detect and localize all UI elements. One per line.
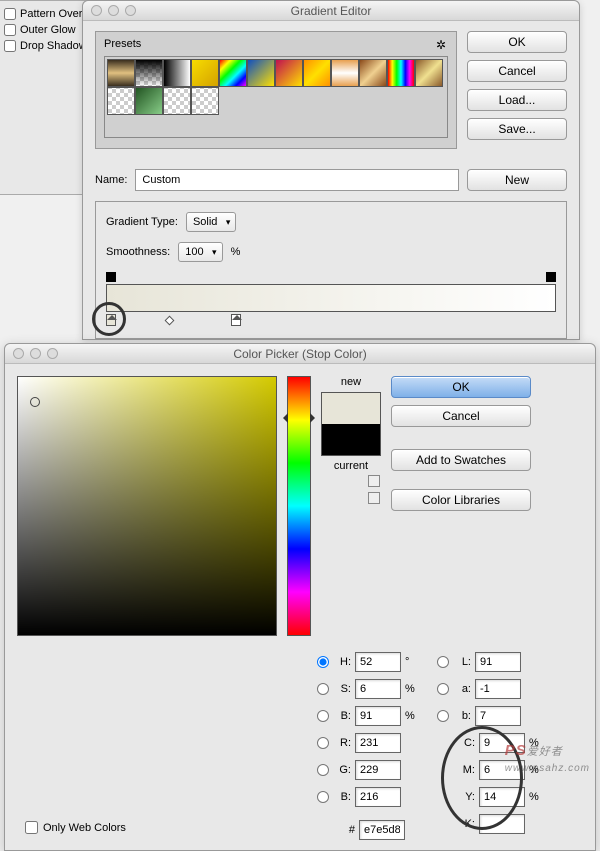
ok-button[interactable]: OK <box>391 376 531 398</box>
bl-input[interactable] <box>355 787 401 807</box>
hue-pointer[interactable] <box>278 413 288 423</box>
hex-input[interactable] <box>359 820 405 840</box>
gradient-editor-window: Gradient Editor Presets ✲ <box>82 0 580 340</box>
r-radio[interactable] <box>317 737 329 749</box>
smoothness-label: Smoothness: <box>106 246 170 258</box>
layer-style-panel: Pattern Over Outer Glow Drop Shadow <box>0 0 88 195</box>
preset-swatch[interactable] <box>331 59 359 87</box>
opacity-stop[interactable] <box>106 272 116 282</box>
bh-input[interactable] <box>355 706 401 726</box>
preset-swatch[interactable] <box>415 59 443 87</box>
drop-shadow-check[interactable]: Drop Shadow <box>0 38 87 54</box>
color-stop-right[interactable] <box>231 314 241 326</box>
preset-swatch[interactable] <box>303 59 331 87</box>
cancel-button[interactable]: Cancel <box>467 60 567 82</box>
type-label: Gradient Type: <box>106 216 178 228</box>
percent-label: % <box>231 246 241 258</box>
gradient-bar[interactable] <box>106 272 556 328</box>
hue-pointer[interactable] <box>310 413 320 423</box>
smoothness-select[interactable]: 100 <box>178 242 222 262</box>
outer-glow-check[interactable]: Outer Glow <box>0 22 87 38</box>
window-title: Color Picker (Stop Color) <box>5 347 595 361</box>
watermark: PS爱好者 www.psahz.com <box>505 742 590 774</box>
lb-input[interactable] <box>475 706 521 726</box>
new-current-preview: new current <box>321 376 381 636</box>
current-color[interactable] <box>322 424 380 455</box>
h-input[interactable] <box>355 652 401 672</box>
type-select[interactable]: Solid <box>186 212 236 232</box>
save-button[interactable]: Save... <box>467 118 567 140</box>
opacity-stop[interactable] <box>546 272 556 282</box>
a-input[interactable] <box>475 679 521 699</box>
add-swatches-button[interactable]: Add to Swatches <box>391 449 531 471</box>
presets-grid[interactable] <box>104 56 448 138</box>
color-libraries-button[interactable]: Color Libraries <box>391 489 531 511</box>
preset-swatch[interactable] <box>163 59 191 87</box>
gear-icon[interactable]: ✲ <box>436 38 446 52</box>
preset-swatch[interactable] <box>219 59 247 87</box>
bl-radio[interactable] <box>317 791 329 803</box>
preset-swatch[interactable] <box>107 59 135 87</box>
preset-swatch[interactable] <box>191 87 219 115</box>
warning-icon[interactable] <box>368 492 380 504</box>
r-input[interactable] <box>355 733 401 753</box>
color-picker-window: Color Picker (Stop Color) new current OK… <box>4 343 596 851</box>
preset-swatch[interactable] <box>107 87 135 115</box>
preset-swatch[interactable] <box>387 59 415 87</box>
name-label: Name: <box>95 174 127 186</box>
l-radio[interactable] <box>437 656 449 668</box>
preset-swatch[interactable] <box>191 59 219 87</box>
new-color[interactable] <box>322 393 380 424</box>
g-radio[interactable] <box>317 764 329 776</box>
h-radio[interactable] <box>317 656 329 668</box>
preset-swatch[interactable] <box>135 87 163 115</box>
preset-swatch[interactable] <box>359 59 387 87</box>
color-marker[interactable] <box>30 397 40 407</box>
presets-label: Presets <box>104 38 141 50</box>
warning-icon[interactable] <box>368 475 380 487</box>
s-input[interactable] <box>355 679 401 699</box>
hue-strip[interactable] <box>287 376 311 636</box>
gradient-type-group: Gradient Type: Solid Smoothness: 100 % <box>95 201 567 339</box>
b-radio[interactable] <box>317 710 329 722</box>
presets-panel: Presets ✲ <box>95 31 457 149</box>
color-field[interactable] <box>17 376 277 636</box>
ok-button[interactable]: OK <box>467 31 567 53</box>
only-web-colors-check[interactable]: Only Web Colors <box>25 821 126 834</box>
g-input[interactable] <box>355 760 401 780</box>
titlebar[interactable]: Color Picker (Stop Color) <box>5 344 595 364</box>
titlebar[interactable]: Gradient Editor <box>83 1 579 21</box>
midpoint[interactable] <box>165 316 175 326</box>
pattern-overlay-check[interactable]: Pattern Over <box>0 6 87 22</box>
preset-swatch[interactable] <box>163 87 191 115</box>
a-radio[interactable] <box>437 683 449 695</box>
s-radio[interactable] <box>317 683 329 695</box>
preset-swatch[interactable] <box>275 59 303 87</box>
preset-swatch[interactable] <box>247 59 275 87</box>
preset-swatch[interactable] <box>135 59 163 87</box>
new-button[interactable]: New <box>467 169 567 191</box>
annotation-circle <box>92 302 126 336</box>
window-title: Gradient Editor <box>83 4 579 18</box>
l-input[interactable] <box>475 652 521 672</box>
load-button[interactable]: Load... <box>467 89 567 111</box>
cancel-button[interactable]: Cancel <box>391 405 531 427</box>
name-input[interactable] <box>135 169 459 191</box>
lb-radio[interactable] <box>437 710 449 722</box>
